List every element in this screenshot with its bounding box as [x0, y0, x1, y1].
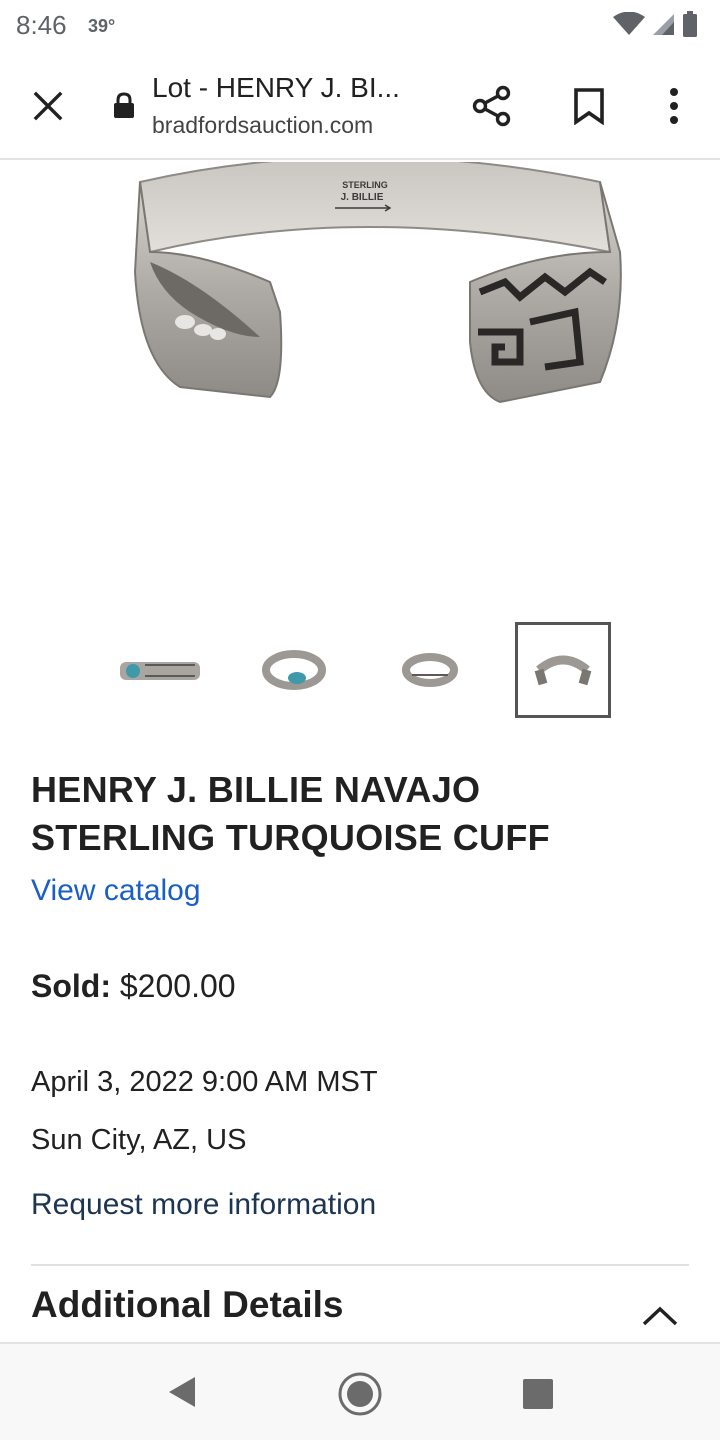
thumbnail-image — [120, 662, 200, 680]
more-vert-icon — [670, 88, 678, 124]
share-icon — [472, 85, 511, 127]
page-url[interactable]: bradfordsauction.com — [152, 112, 373, 139]
thumbnail-1[interactable] — [112, 622, 208, 718]
system-nav-bar — [0, 1342, 720, 1440]
thumbnail-3[interactable] — [382, 622, 478, 718]
collapse-button[interactable] — [638, 1298, 682, 1334]
back-icon — [169, 1377, 195, 1407]
sold-price: Sold: $200.00 — [31, 968, 236, 1005]
browser-toolbar: Lot - HENRY J. BI... bradfordsauction.co… — [0, 52, 720, 160]
thumbnail-image — [262, 650, 326, 690]
thumbnail-2[interactable] — [246, 622, 342, 718]
recents-button[interactable] — [516, 1372, 560, 1416]
page-title[interactable]: Lot - HENRY J. BI... — [152, 72, 422, 104]
more-menu-button[interactable] — [650, 82, 698, 130]
battery-icon — [683, 11, 697, 37]
lot-title: HENRY J. BILLIE NAVAJO STERLING TURQUOIS… — [31, 769, 550, 858]
back-button[interactable] — [160, 1370, 204, 1414]
recents-icon — [523, 1379, 553, 1409]
lock-icon[interactable] — [112, 92, 136, 125]
status-temperature: 39° — [88, 16, 116, 36]
status-time: 8:46 — [16, 10, 67, 40]
stamp-line-2: J. BILLIE — [341, 192, 384, 203]
cell-signal-icon — [653, 14, 674, 35]
status-bar: 8:46 39° — [0, 0, 720, 52]
share-button[interactable] — [468, 82, 516, 130]
home-button[interactable] — [336, 1370, 384, 1418]
bookmark-button[interactable] — [565, 82, 613, 130]
main-product-image[interactable]: STERLING J. BILLIE — [0, 162, 720, 602]
thumbnail-image — [534, 655, 592, 686]
thumbnail-4-selected[interactable] — [515, 622, 611, 718]
close-icon — [33, 91, 63, 121]
additional-details-heading[interactable]: Additional Details — [31, 1284, 343, 1326]
bookmark-icon — [574, 88, 604, 125]
auction-location: Sun City, AZ, US — [31, 1124, 247, 1156]
stamp-line-1: STERLING — [342, 180, 388, 190]
divider — [31, 1264, 689, 1266]
sold-amount: $200.00 — [119, 968, 236, 1004]
request-info-link[interactable]: Request more information — [31, 1188, 376, 1222]
thumbnail-strip — [0, 622, 720, 718]
status-icons — [612, 10, 698, 38]
view-catalog-link[interactable]: View catalog — [31, 874, 201, 908]
home-icon — [338, 1372, 382, 1416]
sold-label: Sold: — [31, 968, 111, 1004]
auction-date: April 3, 2022 9:00 AM MST — [31, 1066, 378, 1098]
thumbnail-image — [402, 653, 458, 687]
close-button[interactable] — [26, 84, 70, 128]
wifi-icon — [613, 12, 645, 35]
cuff-bracelet-image: STERLING J. BILLIE — [133, 162, 622, 404]
chevron-up-icon — [642, 1306, 678, 1326]
